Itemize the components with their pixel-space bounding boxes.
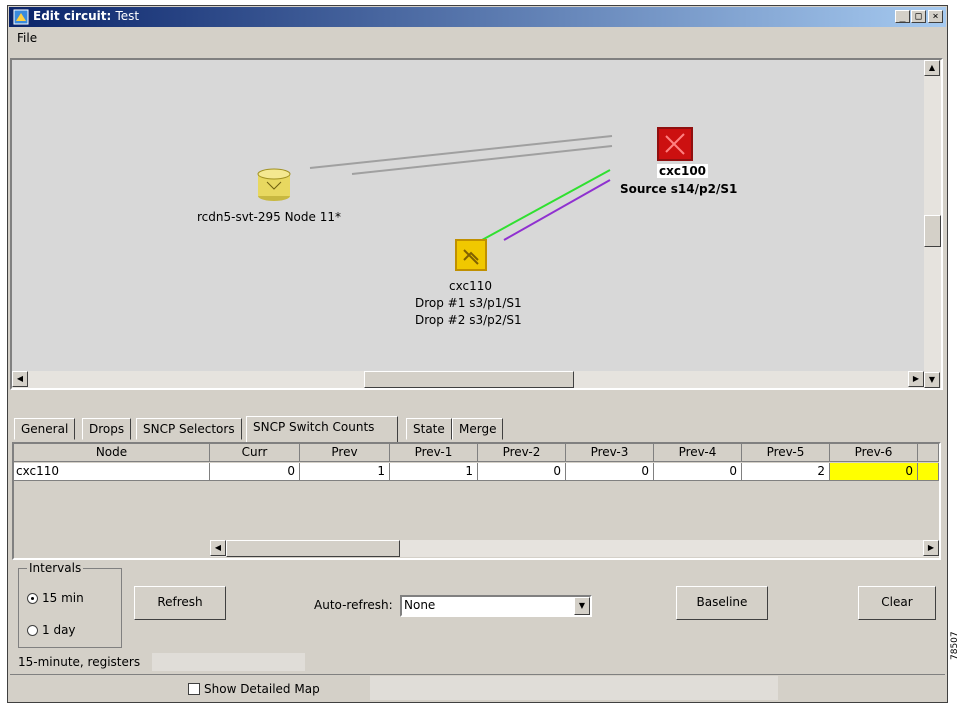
dropdown-arrow-icon[interactable]: ▼ xyxy=(574,597,590,615)
auto-refresh-select[interactable]: None ▼ xyxy=(400,595,592,617)
table-cell[interactable]: 0 xyxy=(478,463,566,481)
column-header[interactable]: Node xyxy=(14,444,210,462)
window-title: Edit circuit: Test xyxy=(33,9,140,23)
column-header[interactable]: Prev-2 xyxy=(478,444,566,462)
menu-file[interactable]: File xyxy=(17,31,37,45)
menu-bar: File xyxy=(9,28,946,48)
map-status-field xyxy=(370,676,778,700)
radio-unselected-icon[interactable] xyxy=(27,625,38,636)
circuit-path-primary xyxy=(481,169,611,241)
table-hscroll-thumb[interactable] xyxy=(226,540,400,557)
table-cell[interactable]: 0 xyxy=(566,463,654,481)
table-horizontal-scrollbar[interactable]: ◀ ▶ xyxy=(210,540,939,557)
auto-refresh-label: Auto-refresh: xyxy=(314,598,393,612)
table-cell[interactable]: 0 xyxy=(654,463,742,481)
table-cell[interactable]: 2 xyxy=(742,463,830,481)
node-drop-1: Drop #1 s3/p1/S1 xyxy=(415,296,522,310)
intervals-group: Intervals 15 min 1 day xyxy=(18,561,122,648)
node-drop-2: Drop #2 s3/p2/S1 xyxy=(415,313,522,327)
circuit-path-secondary xyxy=(503,179,611,241)
clear-button[interactable]: Clear xyxy=(858,586,936,620)
column-header[interactable]: Prev-3 xyxy=(566,444,654,462)
node-label-cxc110: cxc110 xyxy=(449,279,492,293)
switch-counts-table: Node Curr Prev Prev-1 Prev-2 Prev-3 Prev… xyxy=(12,442,941,560)
radio-1-day[interactable]: 1 day xyxy=(27,623,76,637)
node-source: Source s14/p2/S1 xyxy=(620,182,738,196)
map-horizontal-scrollbar[interactable]: ◀ ▶ xyxy=(12,371,924,388)
edit-circuit-window: Edit circuit: Test _ □ × File rcdn5-svt-… xyxy=(7,5,948,703)
map-vertical-scrollbar[interactable]: ▲ ▼ xyxy=(924,60,941,388)
tab-general[interactable]: General xyxy=(14,418,76,440)
column-header[interactable]: Prev-4 xyxy=(654,444,742,462)
node-icon-cxc110[interactable] xyxy=(455,239,487,271)
tab-bar: General Drops SNCP Selectors SNCP Switch… xyxy=(14,416,934,442)
scroll-left-icon[interactable]: ◀ xyxy=(12,371,28,387)
table-cell[interactable]: 1 xyxy=(300,463,390,481)
circuit-map[interactable]: rcdn5-svt-295 Node 11* cxc110 Drop #1 s3… xyxy=(10,58,943,390)
table-cell-selected-filler xyxy=(918,463,939,481)
status-bar: 15-minute, registers xyxy=(12,653,305,671)
scroll-left-icon[interactable]: ◀ xyxy=(210,540,226,556)
node-label-cxc100: cxc100 xyxy=(657,164,709,178)
maximize-button[interactable]: □ xyxy=(911,10,926,23)
checkbox-icon[interactable] xyxy=(188,683,200,695)
column-header[interactable]: Prev-1 xyxy=(390,444,478,462)
scroll-right-icon[interactable]: ▶ xyxy=(908,371,924,387)
column-header[interactable]: Prev xyxy=(300,444,390,462)
close-button[interactable]: × xyxy=(928,10,943,23)
radio-selected-icon[interactable] xyxy=(27,593,38,604)
scroll-down-icon[interactable]: ▼ xyxy=(924,372,940,388)
title-bar: Edit circuit: Test _ □ × xyxy=(9,7,946,27)
app-icon xyxy=(13,9,29,25)
intervals-legend: Intervals xyxy=(27,561,84,575)
bottom-bar: Show Detailed Map xyxy=(10,674,945,703)
table-cell-selected[interactable]: 0 xyxy=(830,463,918,481)
table-cell[interactable]: cxc110 xyxy=(14,463,210,481)
minimize-button[interactable]: _ xyxy=(895,10,910,23)
baseline-button[interactable]: Baseline xyxy=(676,586,768,620)
tab-sncp-switch-counts[interactable]: SNCP Switch Counts xyxy=(246,416,398,442)
radio-15-min[interactable]: 15 min xyxy=(27,591,84,605)
tab-merge[interactable]: Merge xyxy=(452,418,504,440)
map-vscroll-thumb[interactable] xyxy=(924,215,941,247)
map-hscroll-thumb[interactable] xyxy=(364,371,574,388)
node-label-rcdn5: rcdn5-svt-295 Node 11* xyxy=(197,210,341,224)
figure-number: 78507 xyxy=(950,631,959,660)
scroll-up-icon[interactable]: ▲ xyxy=(924,60,940,76)
column-header-filler xyxy=(918,444,939,462)
node-icon-rcdn5[interactable] xyxy=(257,168,291,201)
table-cell[interactable]: 1 xyxy=(390,463,478,481)
tab-sncp-selectors[interactable]: SNCP Selectors xyxy=(136,418,242,440)
column-header[interactable]: Prev-5 xyxy=(742,444,830,462)
status-text: 15-minute, registers xyxy=(18,655,141,669)
table-cell[interactable]: 0 xyxy=(210,463,300,481)
node-icon-cxc100[interactable] xyxy=(657,127,693,161)
tab-drops[interactable]: Drops xyxy=(82,418,132,440)
column-header[interactable]: Curr xyxy=(210,444,300,462)
status-fill xyxy=(152,653,305,671)
column-header[interactable]: Prev-6 xyxy=(830,444,918,462)
scroll-right-icon[interactable]: ▶ xyxy=(923,540,939,556)
refresh-button[interactable]: Refresh xyxy=(134,586,226,620)
tab-state[interactable]: State xyxy=(406,418,452,440)
show-detailed-map-checkbox[interactable]: Show Detailed Map xyxy=(188,682,320,696)
